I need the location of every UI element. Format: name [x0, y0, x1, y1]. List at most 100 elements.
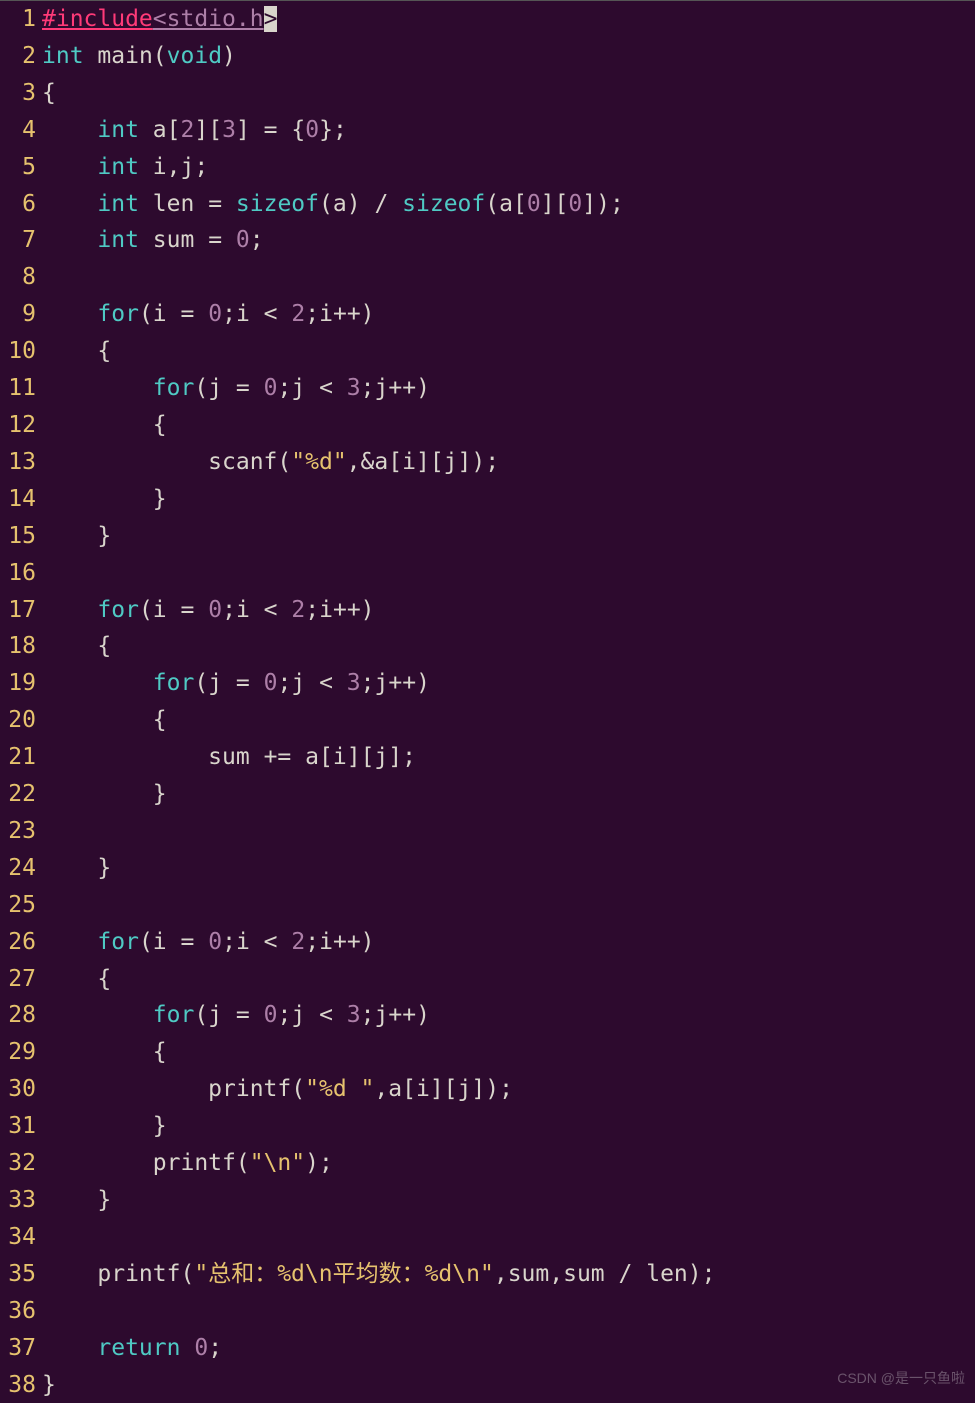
code-editor: 1#include<stdio.h>2int main(void)3{4 int…	[0, 0, 975, 1403]
code-line: 15 }	[0, 518, 975, 555]
code-content: for(i = 0;i < 2;i++)	[42, 296, 975, 333]
line-number: 2	[0, 38, 42, 75]
line-number: 29	[0, 1034, 42, 1071]
code-content: }	[42, 776, 975, 813]
code-content: }	[42, 481, 975, 518]
code-content	[42, 259, 975, 296]
code-line: 32 printf("\n");	[0, 1145, 975, 1182]
code-line: 22 }	[0, 776, 975, 813]
line-number: 9	[0, 296, 42, 333]
code-content: {	[42, 628, 975, 665]
code-content: return 0;	[42, 1330, 975, 1367]
line-number: 21	[0, 739, 42, 776]
line-number: 27	[0, 961, 42, 998]
line-number: 38	[0, 1367, 42, 1403]
code-content	[42, 1293, 975, 1330]
code-content: {	[42, 961, 975, 998]
line-number: 34	[0, 1219, 42, 1256]
code-line: 38}	[0, 1367, 975, 1403]
line-number: 28	[0, 997, 42, 1034]
line-number: 4	[0, 112, 42, 149]
line-number: 35	[0, 1256, 42, 1293]
code-content: {	[42, 407, 975, 444]
code-line: 28 for(j = 0;j < 3;j++)	[0, 997, 975, 1034]
code-line: 1#include<stdio.h>	[0, 0, 975, 38]
code-line: 34	[0, 1219, 975, 1256]
code-line: 10 {	[0, 333, 975, 370]
code-line: 27 {	[0, 961, 975, 998]
line-number: 25	[0, 887, 42, 924]
code-line: 31 }	[0, 1108, 975, 1145]
code-line: 9 for(i = 0;i < 2;i++)	[0, 296, 975, 333]
code-content: }	[42, 1108, 975, 1145]
watermark: CSDN @是一只鱼啦	[837, 1360, 965, 1397]
line-number: 18	[0, 628, 42, 665]
code-content: int a[2][3] = {0};	[42, 112, 975, 149]
line-number: 15	[0, 518, 42, 555]
line-number: 33	[0, 1182, 42, 1219]
code-content: for(i = 0;i < 2;i++)	[42, 924, 975, 961]
code-content	[42, 555, 975, 592]
line-number: 10	[0, 333, 42, 370]
line-number: 23	[0, 813, 42, 850]
code-line: 24 }	[0, 850, 975, 887]
line-number: 5	[0, 149, 42, 186]
code-line: 21 sum += a[i][j];	[0, 739, 975, 776]
line-number: 37	[0, 1330, 42, 1367]
code-line: 8	[0, 259, 975, 296]
code-content	[42, 1219, 975, 1256]
line-number: 36	[0, 1293, 42, 1330]
code-line: 7 int sum = 0;	[0, 222, 975, 259]
code-line: 17 for(i = 0;i < 2;i++)	[0, 592, 975, 629]
line-number: 22	[0, 776, 42, 813]
code-line: 12 {	[0, 407, 975, 444]
code-content: for(j = 0;j < 3;j++)	[42, 370, 975, 407]
code-line: 4 int a[2][3] = {0};	[0, 112, 975, 149]
code-line: 30 printf("%d ",a[i][j]);	[0, 1071, 975, 1108]
line-number: 3	[0, 75, 42, 112]
line-number: 32	[0, 1145, 42, 1182]
code-content: int main(void)	[42, 38, 975, 75]
code-line: 29 {	[0, 1034, 975, 1071]
code-line: 13 scanf("%d",&a[i][j]);	[0, 444, 975, 481]
code-content: {	[42, 333, 975, 370]
code-line: 5 int i,j;	[0, 149, 975, 186]
code-content: sum += a[i][j];	[42, 739, 975, 776]
code-line: 36	[0, 1293, 975, 1330]
code-line: 6 int len = sizeof(a) / sizeof(a[0][0]);	[0, 186, 975, 223]
code-content: }	[42, 518, 975, 555]
line-number: 24	[0, 850, 42, 887]
code-line: 14 }	[0, 481, 975, 518]
line-number: 17	[0, 592, 42, 629]
line-number: 12	[0, 407, 42, 444]
line-number: 30	[0, 1071, 42, 1108]
line-number: 31	[0, 1108, 42, 1145]
line-number: 8	[0, 259, 42, 296]
line-number: 11	[0, 370, 42, 407]
code-content: {	[42, 1034, 975, 1071]
code-content: int len = sizeof(a) / sizeof(a[0][0]);	[42, 186, 975, 223]
line-number: 13	[0, 444, 42, 481]
code-content: {	[42, 75, 975, 112]
line-number: 6	[0, 186, 42, 223]
code-line: 26 for(i = 0;i < 2;i++)	[0, 924, 975, 961]
code-line: 11 for(j = 0;j < 3;j++)	[0, 370, 975, 407]
code-line: 37 return 0;	[0, 1330, 975, 1367]
code-line: 20 {	[0, 702, 975, 739]
code-line: 16	[0, 555, 975, 592]
code-content: for(j = 0;j < 3;j++)	[42, 997, 975, 1034]
code-line: 25	[0, 887, 975, 924]
line-number: 19	[0, 665, 42, 702]
code-content: #include<stdio.h>	[42, 1, 975, 38]
code-line: 23	[0, 813, 975, 850]
line-number: 20	[0, 702, 42, 739]
line-number: 7	[0, 222, 42, 259]
line-number: 1	[0, 1, 42, 38]
code-content: {	[42, 702, 975, 739]
code-content	[42, 813, 975, 850]
line-number: 16	[0, 555, 42, 592]
code-content: scanf("%d",&a[i][j]);	[42, 444, 975, 481]
code-line: 35 printf("总和：%d\n平均数：%d\n",sum,sum / le…	[0, 1256, 975, 1293]
code-content: for(j = 0;j < 3;j++)	[42, 665, 975, 702]
code-content: int i,j;	[42, 149, 975, 186]
